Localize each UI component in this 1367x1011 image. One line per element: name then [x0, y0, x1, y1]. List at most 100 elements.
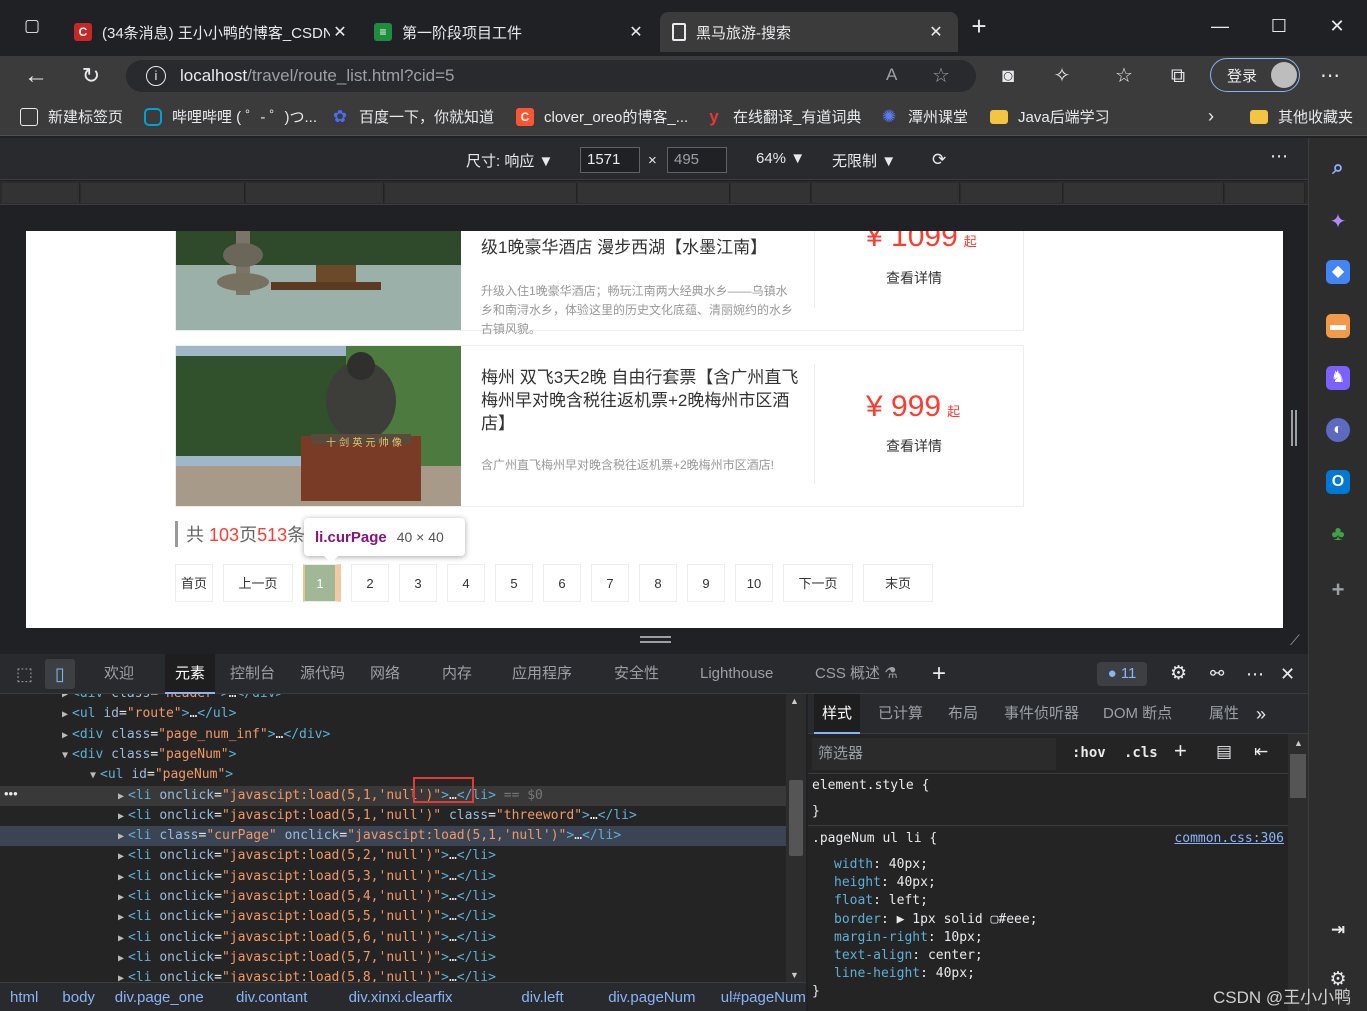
chevron-right-icon[interactable]: ›	[1208, 106, 1214, 127]
sign-in-button[interactable]: 登录	[1210, 58, 1300, 92]
css-declaration[interactable]: width: 40px;	[834, 857, 928, 872]
tab-application[interactable]: 应用程序	[502, 654, 582, 694]
dom-node[interactable]: ▶ <li onclick="javascipt:load(5,7,'null')…	[0, 948, 786, 968]
route-image-meizhou[interactable]: 十 剑 英 元 帅 像	[176, 346, 461, 506]
ruler-segment[interactable]	[81, 183, 245, 203]
games-icon[interactable]: ♞	[1326, 366, 1350, 390]
filter-input[interactable]: 筛选器	[812, 738, 1056, 770]
bookmark-tanzhou[interactable]: ✺ 潭州课堂	[880, 106, 968, 127]
add-tab-icon[interactable]: +	[922, 654, 956, 694]
dom-node[interactable]: ▶ <li class="curPage" onclick="javascipt:…	[0, 826, 786, 847]
hov-toggle[interactable]: :hov	[1072, 745, 1106, 761]
view-detail-link[interactable]: 查看详情	[886, 436, 942, 456]
rotate-icon[interactable]: ⟳	[932, 150, 946, 170]
page-button[interactable]: 8	[639, 564, 677, 602]
new-tab-icon[interactable]: +	[959, 12, 999, 40]
resize-bar[interactable]: ⟋	[0, 628, 1308, 654]
throttle-select[interactable]: 无限制 ▼	[832, 150, 896, 171]
info-icon[interactable]: i	[146, 66, 166, 86]
tab-event-listeners[interactable]: 事件侦听器	[996, 694, 1087, 734]
tab-properties[interactable]: 属性	[1201, 694, 1247, 734]
dom-node[interactable]: ▼ <div class="pageNum">	[0, 745, 786, 765]
breadcrumb-item[interactable]: div.left	[521, 989, 563, 1006]
new-rule-icon[interactable]: +	[1174, 738, 1187, 764]
expand-arrow-icon[interactable]: ▶	[118, 851, 124, 862]
scrollbar-thumb[interactable]	[1290, 754, 1306, 798]
close-window-icon[interactable]: ✕	[1317, 12, 1357, 40]
breadcrumb-item[interactable]: div.page_one	[115, 989, 204, 1006]
dom-node[interactable]: ▶ <li onclick="javascipt:load(5,8,'null')…	[0, 968, 786, 982]
paint-icon[interactable]: ▤	[1216, 742, 1232, 762]
page-button[interactable]: 上一页	[223, 564, 293, 602]
sidebar-toggle-icon[interactable]: ⇤	[1254, 742, 1268, 762]
css-declaration[interactable]: height: 40px;	[834, 875, 936, 890]
page-button[interactable]: 2	[351, 564, 389, 602]
scroll-up-icon[interactable]: ▲	[790, 696, 799, 706]
tab-network[interactable]: 网络	[360, 654, 410, 694]
search-icon[interactable]: ⌕	[1326, 156, 1350, 180]
tab-sources[interactable]: 源代码	[290, 654, 355, 694]
page-button[interactable]: 10	[735, 564, 773, 602]
breadcrumb-item[interactable]: div.contant	[236, 989, 307, 1006]
page-button[interactable]: 4	[447, 564, 485, 602]
tab-computed[interactable]: 已计算	[870, 694, 931, 734]
bookmark-clover[interactable]: Cclover_oreo的博客_...	[516, 106, 688, 127]
css-value[interactable]: 40px	[897, 875, 928, 890]
css-declaration[interactable]: float: left;	[834, 893, 928, 908]
bookmark-youdao[interactable]: y 在线翻译_有道词典	[705, 106, 861, 127]
route-title[interactable]: 级1晚豪华酒店 漫步西湖【水墨江南】	[481, 236, 801, 259]
source-link[interactable]: common.css:306	[1174, 831, 1284, 846]
minimize-icon[interactable]: —	[1200, 12, 1240, 40]
read-aloud-icon[interactable]: A	[886, 65, 897, 85]
expand-arrow-icon[interactable]: ▶	[62, 709, 68, 720]
dom-node[interactable]: ▶ <li onclick="javascipt:load(5,1,'null')…	[0, 785, 786, 806]
address-bar[interactable]: i localhost/travel/route_list.html?cid=5…	[126, 60, 976, 92]
page-button[interactable]: 末页	[863, 564, 933, 602]
dom-node[interactable]: ▼ <ul id="pageNum">	[0, 765, 786, 785]
more-icon[interactable]: ⋯	[1236, 654, 1274, 694]
ruler-segment[interactable]	[2, 183, 80, 203]
bookmark-bilibili[interactable]: 哔哩哔哩 ( ゜- ゜)つ...	[144, 106, 317, 127]
tab-dom-breakpoints[interactable]: DOM 断点	[1095, 694, 1180, 734]
scrollbar-thumb[interactable]	[789, 780, 803, 856]
refresh-icon[interactable]: ↻	[75, 62, 107, 90]
tab-console[interactable]: 控制台	[220, 654, 285, 694]
expand-arrow-icon[interactable]: ▶	[118, 791, 124, 802]
height-input[interactable]: 495	[667, 147, 727, 173]
tree-icon[interactable]: ♣	[1326, 522, 1350, 546]
element-style-selector[interactable]: element.style {	[812, 778, 929, 793]
maximize-icon[interactable]: ☐	[1259, 12, 1299, 40]
expand-arrow-icon[interactable]: ▶	[118, 953, 124, 964]
dimensions-select[interactable]: 尺寸: 响应 ▼	[466, 150, 553, 171]
expand-arrow-icon[interactable]: ▶	[118, 973, 124, 982]
more-options-icon[interactable]: ⋯	[1270, 146, 1288, 167]
css-declaration[interactable]: text-align: center;	[834, 948, 983, 963]
bookmark-baidu[interactable]: ✿ 百度一下，你就知道	[331, 106, 494, 127]
extension-icon[interactable]: ◙	[992, 62, 1024, 90]
add-icon[interactable]: +	[1326, 578, 1350, 602]
tab-travel-search[interactable]: 黑马旅游-搜索 ✕	[660, 12, 958, 52]
css-property[interactable]: line-height	[834, 966, 920, 981]
page-button[interactable]: 6	[543, 564, 581, 602]
ruler-segment[interactable]	[812, 183, 960, 203]
back-icon[interactable]: ←	[20, 62, 52, 90]
dom-node[interactable]: ▶ <li onclick="javascipt:load(5,6,'null')…	[0, 928, 786, 948]
breadcrumb-item[interactable]: ul#pageNum	[721, 989, 806, 1006]
sparkle-icon[interactable]: ✦	[1326, 210, 1350, 234]
ruler-segment[interactable]	[246, 183, 384, 203]
tag-icon[interactable]: ◆	[1326, 260, 1350, 284]
css-value[interactable]: left	[889, 893, 920, 908]
collapse-arrow-icon[interactable]: ▼	[90, 770, 96, 781]
expand-arrow-icon[interactable]: ▶	[118, 872, 124, 883]
cls-toggle[interactable]: .cls	[1124, 745, 1158, 761]
route-image-westlake[interactable]	[176, 231, 461, 330]
tab-security[interactable]: 安全性	[604, 654, 669, 694]
breadcrumb-item[interactable]: html	[10, 989, 38, 1006]
close-icon[interactable]: ✕	[330, 22, 350, 42]
css-declaration[interactable]: line-height: 40px;	[834, 966, 975, 981]
extensions-icon[interactable]: ✧	[1046, 62, 1078, 90]
close-devtools-icon[interactable]: ✕	[1270, 654, 1305, 694]
close-icon[interactable]: ✕	[626, 22, 646, 42]
more-icon[interactable]: ⋯	[1314, 62, 1346, 90]
css-property[interactable]: height	[834, 875, 881, 890]
